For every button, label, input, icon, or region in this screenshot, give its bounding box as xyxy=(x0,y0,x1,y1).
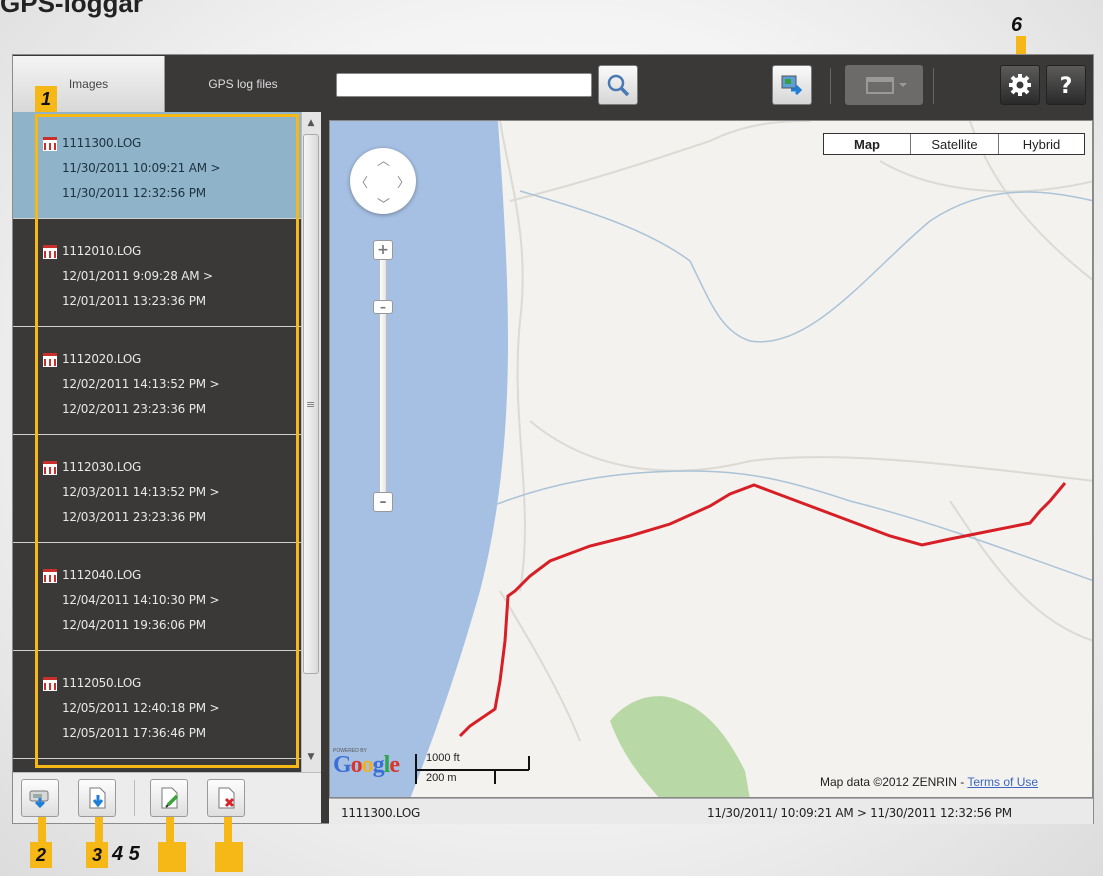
callout-1-label: 1 xyxy=(35,86,57,112)
export-button[interactable] xyxy=(772,65,812,105)
river-water xyxy=(330,121,508,797)
map-type-control: Map Satellite Hybrid xyxy=(823,133,1085,155)
save-log-button[interactable] xyxy=(78,779,116,817)
callout-4-connector xyxy=(166,817,174,842)
gear-icon xyxy=(1009,74,1031,96)
file-delete-icon xyxy=(218,787,235,809)
log-start-time: 12/02/2011 14:13:52 PM > xyxy=(62,377,220,391)
scroll-down-icon[interactable]: ▼ xyxy=(302,752,320,768)
export-map-icon xyxy=(781,75,803,96)
log-file-name: 1112040.LOG xyxy=(62,568,141,582)
log-file-name: 1112020.LOG xyxy=(62,352,141,366)
callout-2-connector xyxy=(38,817,46,842)
scroll-grip-icon: ≡ xyxy=(306,398,316,411)
gps-log-file-icon xyxy=(43,569,57,583)
log-start-time: 12/03/2011 14:13:52 PM > xyxy=(62,485,220,499)
toolbar-separator xyxy=(134,780,135,816)
map-type-hybrid-button[interactable]: Hybrid xyxy=(998,134,1084,154)
log-start-time: 11/30/2011 10:09:21 AM > xyxy=(62,161,221,175)
map-attribution: Map data ©2012 ZENRIN - Terms of Use xyxy=(820,775,1038,789)
settings-button[interactable] xyxy=(1000,65,1040,105)
log-list-item[interactable]: 1112050.LOG 12/05/2011 12:40:18 PM > 12/… xyxy=(13,652,301,759)
scroll-up-icon[interactable]: ▲ xyxy=(302,118,320,134)
gps-log-file-icon xyxy=(43,677,57,691)
gps-log-list: 1111300.LOG 11/30/2011 10:09:21 AM > 11/… xyxy=(13,112,301,772)
search-input[interactable] xyxy=(336,73,592,97)
log-start-time: 12/05/2011 12:40:18 PM > xyxy=(62,701,220,715)
log-end-time: 12/03/2011 23:23:36 PM xyxy=(62,510,206,524)
map-scale-bar: 1000 ft 200 m xyxy=(415,750,535,794)
window-layout-icon xyxy=(866,77,907,94)
map-type-satellite-button[interactable]: Satellite xyxy=(910,134,998,154)
tab-gps-log-files[interactable]: GPS log files xyxy=(166,56,320,112)
park-area xyxy=(610,696,750,797)
map-pan-control[interactable]: ︿ ﹀ 〈 〉 xyxy=(350,148,416,214)
log-list-item[interactable]: 1112020.LOG 12/02/2011 14:13:52 PM > 12/… xyxy=(13,328,301,435)
status-file-name: 1111300.LOG xyxy=(341,806,420,820)
log-start-time: 12/01/2011 9:09:28 AM > xyxy=(62,269,213,283)
log-end-time: 12/04/2011 19:36:06 PM xyxy=(62,618,206,632)
scale-metric-label: 200 m xyxy=(426,772,457,784)
pan-right-icon[interactable]: 〉 xyxy=(397,172,410,191)
log-end-time: 12/05/2011 17:36:46 PM xyxy=(62,726,206,740)
log-file-name: 1112030.LOG xyxy=(62,460,141,474)
map-canvas xyxy=(330,121,1092,797)
toolbar-separator xyxy=(933,68,934,104)
log-list-item[interactable]: 1112040.LOG 12/04/2011 14:10:30 PM > 12/… xyxy=(13,544,301,651)
log-list-item[interactable]: 1112030.LOG 12/03/2011 14:13:52 PM > 12/… xyxy=(13,436,301,543)
log-end-time: 12/02/2011 23:23:36 PM xyxy=(62,402,206,416)
log-end-time: 12/01/2011 13:23:36 PM xyxy=(62,294,206,308)
gps-log-file-icon xyxy=(43,137,57,151)
callout-3-label: 3 xyxy=(86,842,108,868)
attribution-text: Map data ©2012 ZENRIN - xyxy=(820,775,968,789)
gps-log-file-icon xyxy=(43,461,57,475)
download-to-pc-button[interactable] xyxy=(21,779,59,817)
help-question-icon: ? xyxy=(1060,74,1073,98)
pan-up-icon[interactable]: ︿ xyxy=(377,150,390,169)
status-bar: 1111300.LOG 11/30/2011/ 10:09:21 AM > 11… xyxy=(329,798,1093,824)
map-type-map-button[interactable]: Map xyxy=(824,134,910,154)
google-logo: Google xyxy=(333,752,400,778)
pan-down-icon[interactable]: ﹀ xyxy=(377,194,390,213)
delete-log-button[interactable] xyxy=(207,779,245,817)
callout-4-marker xyxy=(158,842,186,872)
log-file-name: 1112010.LOG xyxy=(62,244,141,258)
view-mode-dropdown[interactable] xyxy=(845,65,923,105)
zoom-in-button[interactable]: + xyxy=(373,240,393,260)
search-button[interactable] xyxy=(598,65,638,105)
log-end-time: 11/30/2011 12:32:56 PM xyxy=(62,186,206,200)
callout-4-5-label: 4 5 xyxy=(112,843,140,865)
toolbar-separator xyxy=(830,68,831,104)
zoom-slider-track[interactable] xyxy=(379,258,387,494)
callout-2-label: 2 xyxy=(30,842,52,868)
callout-6-label: 6 xyxy=(1011,14,1023,36)
log-list-item[interactable]: 1111300.LOG 11/30/2011 10:09:21 AM > 11/… xyxy=(13,112,301,219)
help-button[interactable]: ? xyxy=(1046,65,1086,105)
callout-5-marker xyxy=(215,842,243,872)
terms-of-use-link[interactable]: Terms of Use xyxy=(967,775,1038,789)
pan-left-icon[interactable]: 〈 xyxy=(355,172,368,191)
map-view[interactable] xyxy=(329,120,1093,798)
file-download-icon xyxy=(89,787,106,809)
search-icon xyxy=(607,74,630,97)
zoom-out-button[interactable]: – xyxy=(373,492,393,512)
file-edit-icon xyxy=(161,787,179,809)
log-list-item[interactable]: 1112010.LOG 12/01/2011 9:09:28 AM > 12/0… xyxy=(13,220,301,327)
log-file-name: 1111300.LOG xyxy=(62,136,141,150)
callout-3-connector xyxy=(95,817,103,842)
page-title: GPS-loggar xyxy=(0,0,144,18)
svg-text:?: ? xyxy=(1060,74,1073,98)
gps-log-file-icon xyxy=(43,353,57,367)
scale-imperial-label: 1000 ft xyxy=(426,752,460,764)
log-start-time: 12/04/2011 14:10:30 PM > xyxy=(62,593,220,607)
status-time-range: 11/30/2011/ 10:09:21 AM > 11/30/2011 12:… xyxy=(707,806,1012,820)
log-file-name: 1112050.LOG xyxy=(62,676,141,690)
edit-log-button[interactable] xyxy=(150,779,188,817)
zoom-slider-handle[interactable]: – xyxy=(373,300,393,314)
gps-log-file-icon xyxy=(43,245,57,259)
callout-5-connector xyxy=(224,817,232,842)
gps-track-line xyxy=(458,482,1067,738)
import-device-icon xyxy=(29,790,49,809)
